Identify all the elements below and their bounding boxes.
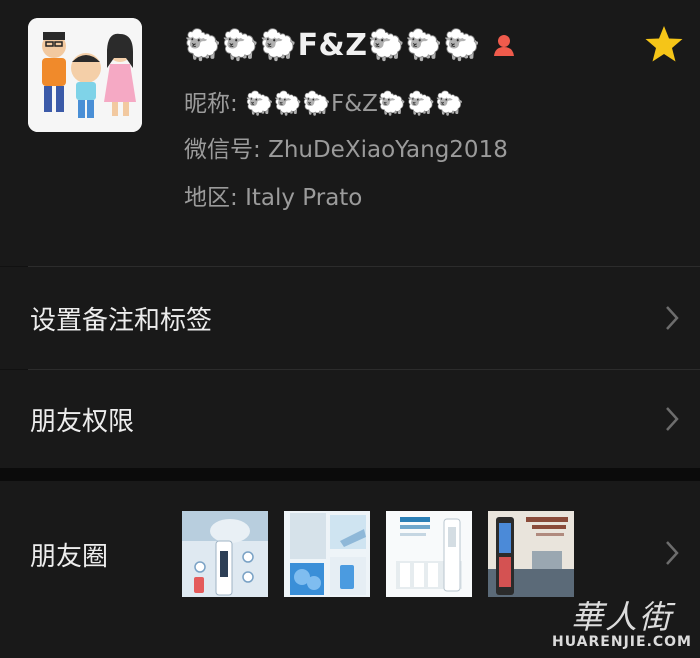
region-line: 地区: Italy Prato xyxy=(184,178,362,212)
watermark-logo: 華人街 HUARENJIE.COM xyxy=(552,592,692,650)
moments-thumb-1 xyxy=(182,511,268,597)
watermark-en: HUARENJIE.COM xyxy=(552,634,692,650)
moments-thumb-2 xyxy=(284,511,370,597)
set-remark-and-tags-row[interactable]: 设置备注和标签 xyxy=(0,267,700,369)
name-core: F&Z xyxy=(297,27,368,63)
nickname-label: 昵称: xyxy=(184,91,238,117)
profile-header: 🐑🐑🐑F&Z🐑🐑🐑 昵称: 🐑🐑🐑F&Z🐑🐑🐑 微信号: ZhuDeXiaoYa… xyxy=(0,0,700,266)
chevron-right-icon xyxy=(664,539,680,567)
name-suffix: 🐑🐑🐑 xyxy=(367,27,482,63)
profile-name: 🐑🐑🐑F&Z🐑🐑🐑 xyxy=(184,28,481,63)
friend-permissions-label: 朋友权限 xyxy=(30,406,135,437)
moments-thumb-4 xyxy=(488,511,574,597)
region-label: 地区: xyxy=(184,185,238,211)
moments-label: 朋友圈 xyxy=(30,542,109,572)
moments-thumb-3 xyxy=(386,511,472,597)
wechat-id-label: 微信号: xyxy=(184,137,261,163)
star-icon[interactable] xyxy=(644,24,684,64)
female-user-icon xyxy=(491,32,517,58)
watermark-cn: 華人街 xyxy=(571,598,674,636)
set-remark-label: 设置备注和标签 xyxy=(30,305,213,336)
chevron-right-icon xyxy=(664,405,680,433)
profile-name-row: 🐑🐑🐑F&Z🐑🐑🐑 xyxy=(184,20,517,70)
wechat-id-value: ZhuDeXiaoYang2018 xyxy=(268,137,508,163)
section-separator xyxy=(0,468,700,481)
avatar[interactable] xyxy=(28,18,142,132)
cartoon-family-avatar-icon xyxy=(28,18,142,132)
nickname-value: 🐑🐑🐑F&Z🐑🐑🐑 xyxy=(245,91,464,117)
wechat-id-line: 微信号: ZhuDeXiaoYang2018 xyxy=(184,130,508,164)
region-value: Italy Prato xyxy=(245,185,363,211)
moments-thumbnails xyxy=(182,511,574,597)
friend-permissions-row[interactable]: 朋友权限 xyxy=(0,370,700,468)
name-prefix: 🐑🐑🐑 xyxy=(184,27,298,63)
nickname-line: 昵称: 🐑🐑🐑F&Z🐑🐑🐑 xyxy=(184,84,464,118)
chevron-right-icon xyxy=(664,304,680,332)
